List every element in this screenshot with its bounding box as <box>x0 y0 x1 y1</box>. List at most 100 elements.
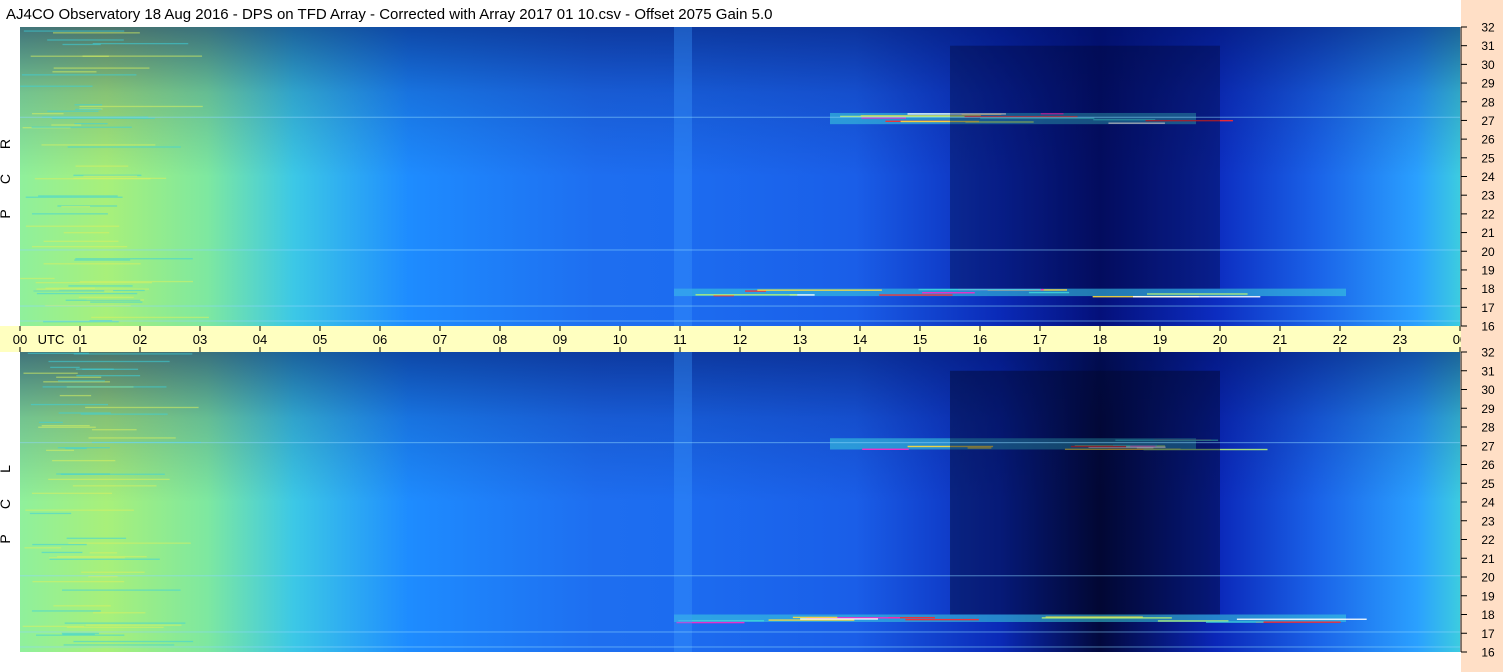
streak-morning <box>41 425 90 427</box>
streak-morning <box>47 39 124 41</box>
streak-morning <box>48 360 170 363</box>
x-tick-label: 06 <box>373 332 387 347</box>
streak-morning <box>21 74 137 76</box>
streak-morning <box>25 225 120 227</box>
streak-morning <box>68 285 133 287</box>
streak-morning <box>52 32 140 34</box>
streak-morning <box>92 42 189 45</box>
feature-band <box>674 614 1346 622</box>
feature-band-trace <box>1255 621 1341 623</box>
streak-morning <box>32 580 125 583</box>
streak-morning <box>49 557 125 559</box>
streak-morning <box>72 485 157 487</box>
interference-line <box>20 575 1460 577</box>
streak-morning <box>73 353 193 355</box>
x-tick-label: 10 <box>613 332 627 347</box>
panel-label-letter: P <box>0 209 13 218</box>
y-tick-label: 22 <box>1481 533 1495 547</box>
streak-morning <box>51 124 82 126</box>
streak-morning <box>88 437 176 439</box>
streak-morning <box>75 368 114 370</box>
streak-morning <box>41 144 156 146</box>
panel-label-letter: R <box>0 139 13 149</box>
panel-label-letter: P <box>0 534 13 543</box>
y-tick-label: 23 <box>1481 514 1495 528</box>
interference-line <box>20 305 1460 307</box>
y-tick-label: 18 <box>1481 608 1495 622</box>
y-tick-label: 20 <box>1481 245 1495 259</box>
y-tick-label: 20 <box>1481 571 1495 585</box>
time-axis-band <box>0 326 1461 352</box>
x-tick-label: 15 <box>913 332 927 347</box>
y-tick-label: 19 <box>1481 263 1495 277</box>
x-tick-label: 13 <box>793 332 807 347</box>
streak-morning <box>67 146 181 148</box>
streak-morning <box>31 113 64 115</box>
y-tick-label: 30 <box>1481 58 1495 72</box>
streak-morning <box>90 301 143 303</box>
x-tick-label: 20 <box>1213 332 1227 347</box>
feature-band-trace <box>792 616 838 619</box>
x-tick-label: 05 <box>313 332 327 347</box>
feature-band-trace <box>879 294 953 296</box>
streak-morning <box>59 394 92 397</box>
panel-rcp: R C P <box>0 27 1460 326</box>
x-tick-label: 21 <box>1273 332 1287 347</box>
streak-morning <box>66 537 127 539</box>
feature-band-trace <box>1236 618 1367 620</box>
streak-morning <box>25 196 123 198</box>
y-tick-label: 21 <box>1481 552 1495 566</box>
feature-band-trace <box>1133 296 1261 298</box>
streak-morning <box>30 55 109 57</box>
streak-morning <box>43 263 141 265</box>
interference-line <box>20 646 1460 648</box>
streak-morning <box>68 542 191 544</box>
streak-morning <box>31 245 128 248</box>
streak-morning <box>79 105 203 108</box>
streak-morning <box>61 632 99 635</box>
y-tick-label: 30 <box>1481 383 1495 397</box>
streak-morning <box>51 117 155 120</box>
feature-band-trace <box>922 292 975 294</box>
streak-morning <box>74 259 131 261</box>
streak-morning <box>62 589 181 591</box>
streak-morning <box>57 555 147 558</box>
feature-band-trace <box>695 294 798 296</box>
x-tick-label: 03 <box>193 332 207 347</box>
streak-morning <box>65 299 141 301</box>
streak-morning <box>23 372 78 374</box>
y-tick-label: 31 <box>1481 364 1495 378</box>
interference-line <box>20 442 1460 444</box>
y-tick-label: 28 <box>1481 421 1495 435</box>
streak-morning <box>45 287 95 289</box>
y-tick-label: 23 <box>1481 189 1495 203</box>
spectrogram-figure: AJ4CO Observatory 18 Aug 2016 - DPS on T… <box>0 0 1503 672</box>
streak-morning <box>23 30 125 32</box>
feature-dark-region <box>950 370 1220 615</box>
streak-morning <box>31 126 132 128</box>
feature-band-trace <box>862 448 909 450</box>
streak-morning <box>92 429 137 431</box>
y-tick-label: 32 <box>1481 21 1495 35</box>
streak-morning <box>53 605 111 607</box>
feature-band-trace <box>1146 293 1248 295</box>
streak-morning <box>41 551 83 554</box>
y-tick-label: 22 <box>1481 207 1495 221</box>
streak-morning <box>50 366 80 369</box>
interference-line <box>20 320 1460 322</box>
panel-label-letter: C <box>0 174 13 184</box>
streak-morning <box>74 104 103 106</box>
streak-morning <box>36 292 138 295</box>
x-tick-label: 07 <box>433 332 447 347</box>
time-interference-column <box>674 27 692 326</box>
x-tick-label: 01 <box>73 332 87 347</box>
x-tick-label: 18 <box>1093 332 1107 347</box>
streak-morning <box>66 626 164 628</box>
feature-band-trace <box>1041 617 1172 619</box>
interference-line <box>20 116 1460 118</box>
time-interference-column <box>674 352 692 652</box>
x-tick-label: 09 <box>553 332 567 347</box>
streak-morning <box>60 473 165 475</box>
feature-dark-region <box>950 45 1220 289</box>
streak-morning <box>48 478 170 481</box>
